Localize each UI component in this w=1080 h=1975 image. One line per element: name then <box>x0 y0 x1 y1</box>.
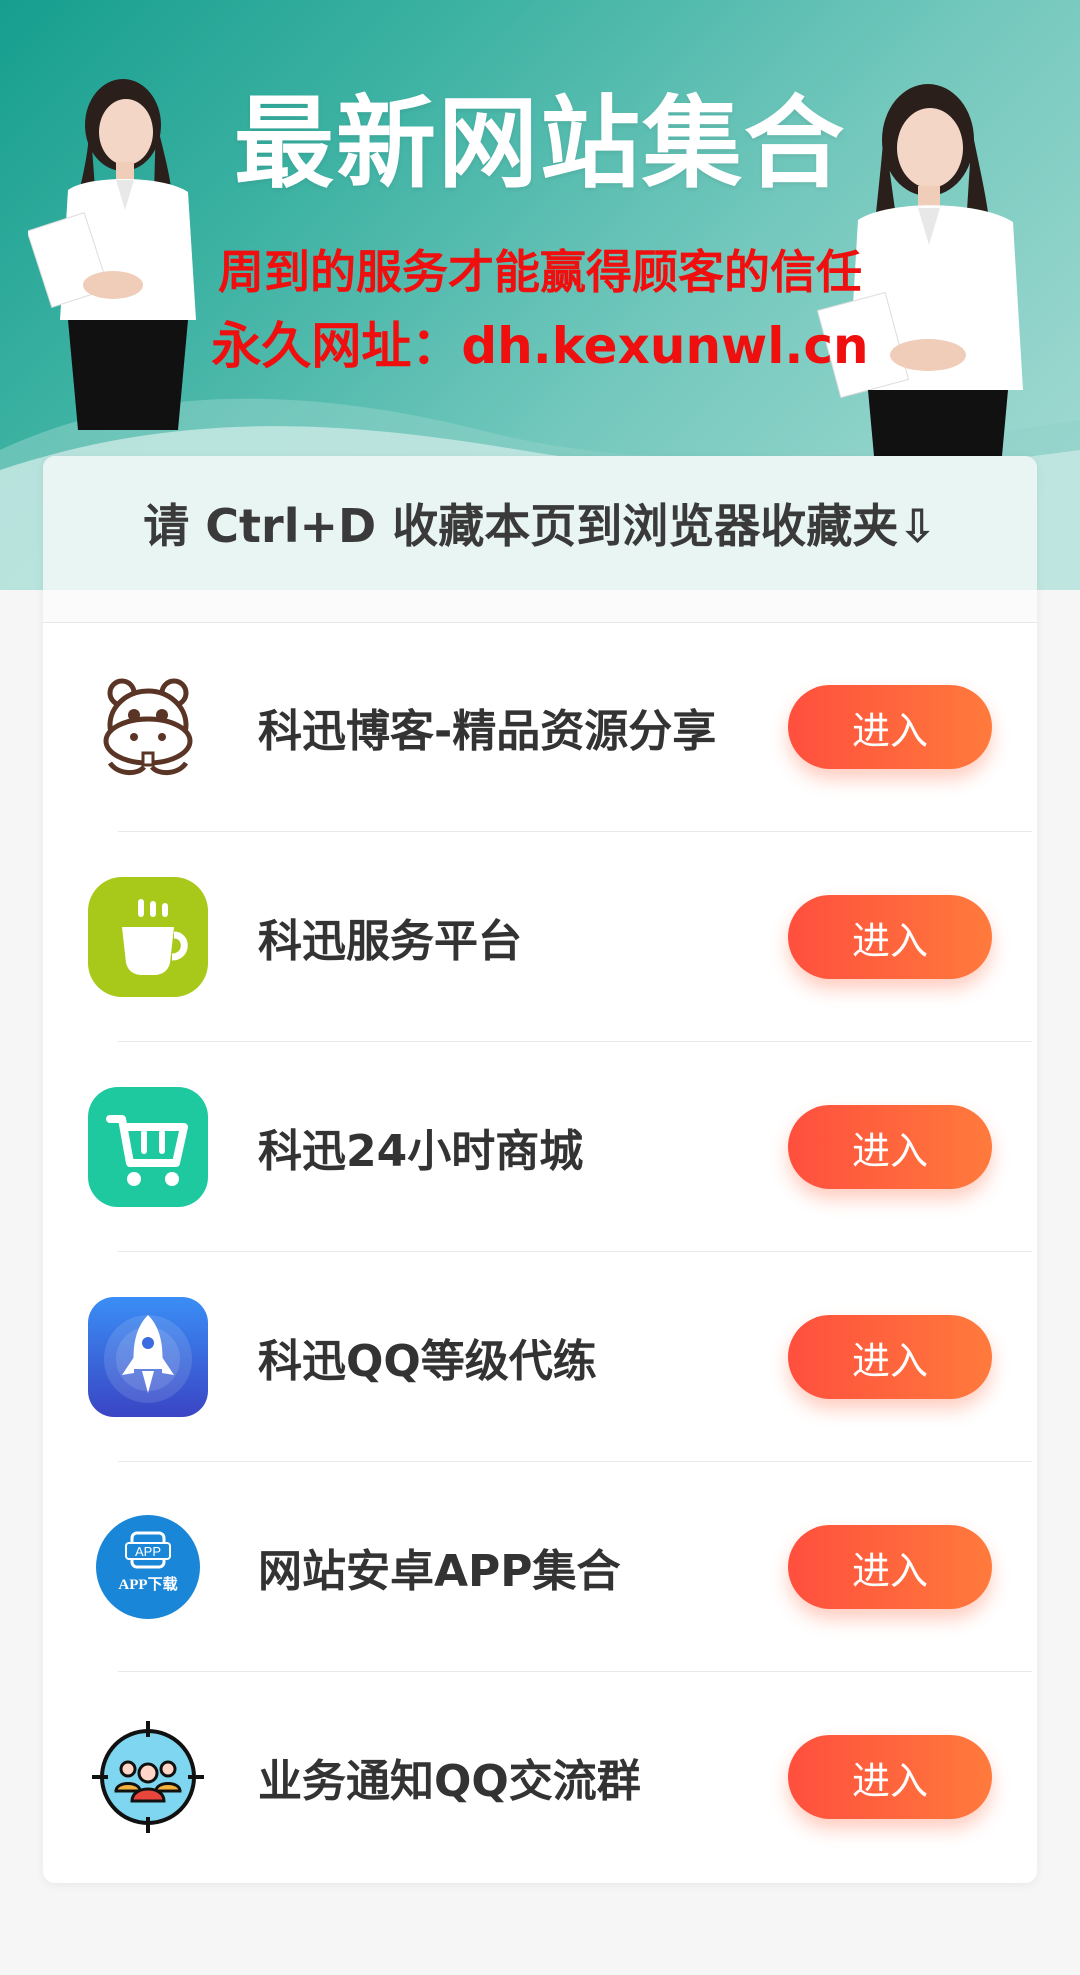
list-item: 科迅博客-精品资源分享 进入 <box>43 622 1037 832</box>
list-item: APP APP下载 网站安卓APP集合 进入 <box>43 1462 1037 1672</box>
list-item-label: 科迅博客-精品资源分享 <box>258 706 717 757</box>
list-item-label: 科迅24小时商城 <box>258 1126 584 1177</box>
list-item-label: 科迅服务平台 <box>258 916 522 967</box>
hero-subtitle: 周到的服务才能赢得顾客的信任 <box>218 245 862 299</box>
list-item: 科迅服务平台 进入 <box>43 832 1037 1042</box>
enter-button[interactable]: 进入 <box>788 1105 992 1189</box>
group-target-icon <box>88 1717 208 1837</box>
rocket-icon <box>88 1297 208 1417</box>
enter-button[interactable]: 进入 <box>788 1315 992 1399</box>
app-icon-text-bottom: APP下载 <box>118 1575 177 1593</box>
notice-spacer <box>43 590 1037 623</box>
list-item: 科迅24小时商城 进入 <box>43 1042 1037 1252</box>
enter-button[interactable]: 进入 <box>788 685 992 769</box>
enter-button[interactable]: 进入 <box>788 1525 992 1609</box>
site-list-card: 请 Ctrl+D 收藏本页到浏览器收藏夹⇩ 科迅博客-精品资源分享 进入 科迅服… <box>43 456 1037 1883</box>
list-item: 科迅QQ等级代练 进入 <box>43 1252 1037 1462</box>
permanent-address: 永久网址：dh.kexunwl.cn <box>211 317 869 375</box>
bookmark-notice: 请 Ctrl+D 收藏本页到浏览器收藏夹⇩ <box>43 456 1037 623</box>
hero-title: 最新网站集合 <box>234 85 846 202</box>
list-item: 业务通知QQ交流群 进入 <box>43 1672 1037 1882</box>
shopping-cart-icon <box>88 1087 208 1207</box>
hippo-icon <box>88 667 208 787</box>
list-item-label: 业务通知QQ交流群 <box>258 1756 641 1807</box>
coffee-cup-icon <box>88 877 208 997</box>
app-download-icon: APP APP下载 <box>88 1507 208 1627</box>
enter-button[interactable]: 进入 <box>788 895 992 979</box>
bookmark-notice-text: 请 Ctrl+D 收藏本页到浏览器收藏夹⇩ <box>43 456 1037 590</box>
list-item-label: 网站安卓APP集合 <box>258 1546 621 1597</box>
site-list: 科迅博客-精品资源分享 进入 科迅服务平台 进入 科迅24小时商城 进入 科迅Q… <box>43 622 1037 1882</box>
list-item-label: 科迅QQ等级代练 <box>258 1336 597 1387</box>
app-icon-text-top: APP <box>135 1544 161 1559</box>
enter-button[interactable]: 进入 <box>788 1735 992 1819</box>
